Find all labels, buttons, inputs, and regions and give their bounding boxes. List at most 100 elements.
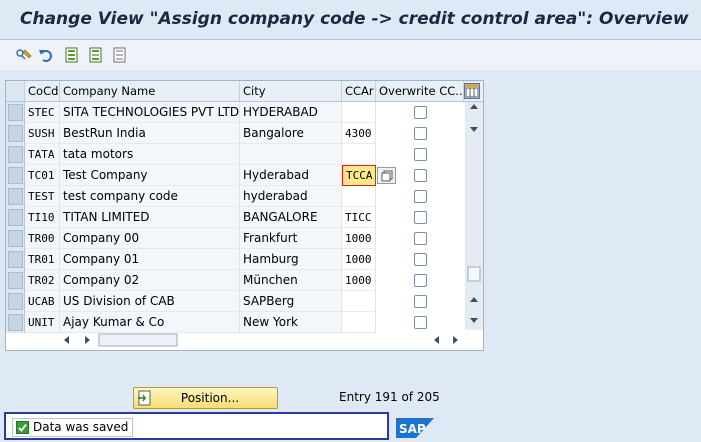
display-change-icon <box>16 49 32 60</box>
select-block-button[interactable] <box>86 45 106 65</box>
ccar-input-focused[interactable]: TCCA <box>342 165 376 186</box>
overwrite-checkbox[interactable] <box>414 148 427 161</box>
overwrite-checkbox[interactable] <box>414 232 427 245</box>
ccar-input[interactable] <box>342 102 376 123</box>
company-name-cell: TITAN LIMITED <box>60 207 240 228</box>
ccar-input[interactable]: 1000 <box>342 228 376 249</box>
ccar-input[interactable] <box>342 291 376 312</box>
company-name-cell: Ajay Kumar & Co <box>60 312 240 333</box>
value-help-button[interactable] <box>377 167 396 184</box>
cocd-cell: SUSH <box>25 123 60 144</box>
row-selector[interactable] <box>8 272 23 289</box>
undo-button[interactable] <box>36 45 56 65</box>
scroll-left-icon[interactable] <box>64 336 69 344</box>
ccar-input[interactable]: 1000 <box>342 249 376 270</box>
horizontal-scrollbar[interactable] <box>61 332 461 348</box>
ccar-input[interactable] <box>342 144 376 165</box>
cocd-cell: TR00 <box>25 228 60 249</box>
row-selector[interactable] <box>8 104 23 121</box>
column-header-company-name[interactable]: Company Name <box>60 81 240 101</box>
overwrite-checkbox[interactable] <box>414 211 427 224</box>
city-cell: Hamburg <box>240 249 342 270</box>
row-selector[interactable] <box>8 188 23 205</box>
status-bar: Data was saved SAP <box>0 410 701 442</box>
scroll-far-left-icon[interactable] <box>434 336 439 344</box>
table-row: TEST test company code hyderabad <box>6 186 464 207</box>
cocd-cell: TI10 <box>25 207 60 228</box>
svg-text:SAP: SAP <box>399 422 426 436</box>
scroll-down-icon[interactable] <box>470 127 478 132</box>
deselect-all-button[interactable] <box>110 45 130 65</box>
cocd-cell: TC01 <box>25 165 60 186</box>
scroll-far-right-icon[interactable] <box>453 336 458 344</box>
status-message[interactable]: Data was saved <box>12 418 134 437</box>
city-cell: hyderabad <box>240 186 342 207</box>
display-change-button[interactable] <box>14 45 34 65</box>
column-header-ccar[interactable]: CCAr <box>342 81 376 101</box>
sap-logo: SAP <box>396 418 434 438</box>
vertical-scrollbar[interactable] <box>465 102 483 330</box>
company-name-cell: tata motors <box>60 144 240 165</box>
overwrite-checkbox[interactable] <box>414 169 427 182</box>
cocd-cell: UNIT <box>25 312 60 333</box>
status-message-area[interactable]: Data was saved <box>4 412 389 440</box>
cocd-cell: TEST <box>25 186 60 207</box>
cocd-cell: TR02 <box>25 270 60 291</box>
ccar-input[interactable]: 4300 <box>342 123 376 144</box>
table-row: TR00 Company 00 Frankfurt 1000 <box>6 228 464 249</box>
company-name-cell: US Division of CAB <box>60 291 240 312</box>
table-row: UCAB US Division of CAB SAPBerg <box>6 291 464 312</box>
select-all-rows-cell[interactable] <box>6 81 25 101</box>
column-header-overwrite[interactable]: Overwrite CC... <box>376 81 464 101</box>
status-message-text: Data was saved <box>33 420 129 434</box>
company-name-cell: test company code <box>60 186 240 207</box>
row-selector[interactable] <box>8 167 23 184</box>
company-name-cell: Company 01 <box>60 249 240 270</box>
city-cell: BANGALORE <box>240 207 342 228</box>
scroll-thumb[interactable] <box>467 266 481 282</box>
position-button[interactable]: Position... <box>133 387 278 409</box>
company-name-cell: SITA TECHNOLOGIES PVT LTD <box>60 102 240 123</box>
ccar-input[interactable] <box>342 186 376 207</box>
city-cell: Bangalore <box>240 123 342 144</box>
entry-counter: Entry 191 of 205 <box>339 390 440 404</box>
scroll-page-down-icon[interactable] <box>470 318 478 323</box>
column-header-cocd[interactable]: CoCd <box>25 81 60 101</box>
table-row: STEC SITA TECHNOLOGIES PVT LTD HYDERABAD <box>6 102 464 123</box>
row-selector[interactable] <box>8 230 23 247</box>
table-settings-icon[interactable] <box>464 83 480 99</box>
overwrite-checkbox[interactable] <box>414 127 427 140</box>
cocd-cell: TR01 <box>25 249 60 270</box>
ccar-input[interactable] <box>342 312 376 333</box>
row-selector[interactable] <box>8 146 23 163</box>
company-name-cell: BestRun India <box>60 123 240 144</box>
scroll-up-icon[interactable] <box>470 104 478 109</box>
overwrite-checkbox[interactable] <box>414 274 427 287</box>
row-selector[interactable] <box>8 293 23 310</box>
row-selector[interactable] <box>8 125 23 142</box>
row-selector[interactable] <box>8 314 23 331</box>
column-header-city[interactable]: City <box>240 81 342 101</box>
row-selector[interactable] <box>8 209 23 226</box>
row-selector[interactable] <box>8 251 23 268</box>
cocd-cell: UCAB <box>25 291 60 312</box>
city-cell: München <box>240 270 342 291</box>
ccar-input[interactable]: TICC <box>342 207 376 228</box>
scroll-page-up-icon[interactable] <box>470 297 478 302</box>
ccar-input[interactable]: 1000 <box>342 270 376 291</box>
select-all-button[interactable] <box>62 45 82 65</box>
table-header: CoCd Company Name City CCAr Overwrite CC… <box>6 81 483 102</box>
overwrite-checkbox[interactable] <box>414 253 427 266</box>
table-control: CoCd Company Name City CCAr Overwrite CC… <box>5 80 484 351</box>
overwrite-checkbox[interactable] <box>414 295 427 308</box>
table-row: TR02 Company 02 München 1000 <box>6 270 464 291</box>
success-check-icon <box>16 421 29 434</box>
scroll-right-icon[interactable] <box>85 336 90 344</box>
company-name-cell: Company 00 <box>60 228 240 249</box>
overwrite-checkbox[interactable] <box>414 190 427 203</box>
overwrite-checkbox[interactable] <box>414 106 427 119</box>
horizontal-scroll-thumb[interactable] <box>98 333 178 347</box>
table-row: TR01 Company 01 Hamburg 1000 <box>6 249 464 270</box>
overwrite-checkbox[interactable] <box>414 316 427 329</box>
company-name-cell: Test Company <box>60 165 240 186</box>
